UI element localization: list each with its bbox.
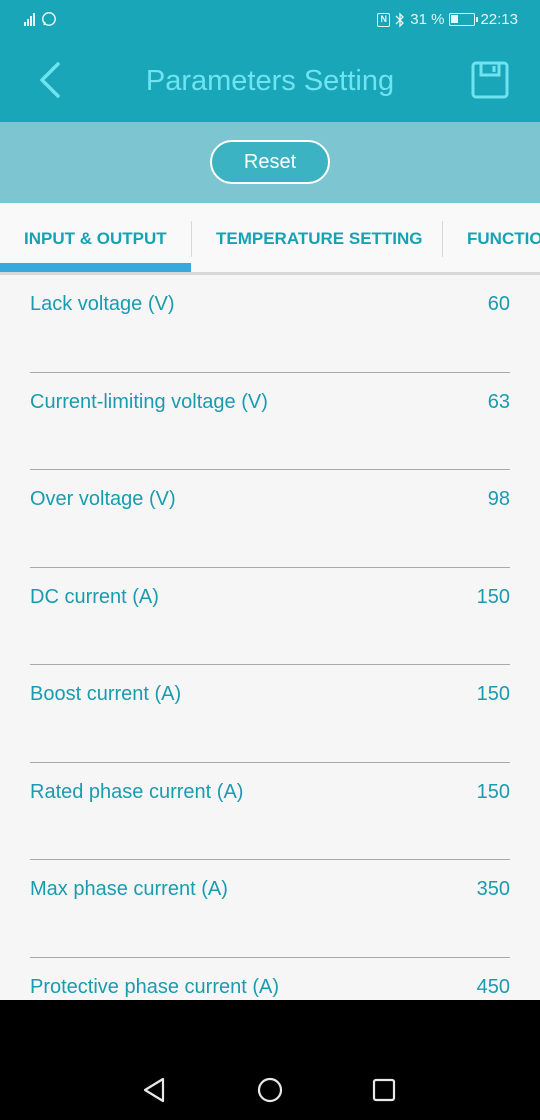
nfc-icon: N [377, 12, 391, 27]
app-header: Parameters Setting [0, 40, 540, 122]
reset-button[interactable]: Reset [210, 140, 330, 184]
nav-back-button[interactable] [136, 1072, 172, 1108]
param-label: Lack voltage (V) [30, 293, 175, 315]
param-row-max-phase-current[interactable]: Max phase current (A) 350 [30, 860, 510, 958]
nav-recents-button[interactable] [366, 1072, 402, 1108]
nav-recents-square-icon [372, 1078, 396, 1102]
param-row-rated-phase-current[interactable]: Rated phase current (A) 150 [30, 763, 510, 860]
param-value: 150 [476, 585, 510, 608]
param-label: Boost current (A) [30, 683, 182, 705]
param-value: 350 [476, 878, 510, 900]
param-label: Rated phase current (A) [30, 780, 244, 803]
param-row-dc-current[interactable]: DC current (A) 150 [30, 568, 510, 665]
param-value: 150 [476, 683, 510, 705]
param-label: Current-limiting voltage (V) [30, 390, 268, 413]
param-row-boost-current[interactable]: Boost current (A) 150 [30, 665, 510, 763]
whatsapp-icon [42, 12, 56, 26]
status-right: N 31 % 22:13 [377, 11, 518, 28]
param-row-lack-voltage[interactable]: Lack voltage (V) 60 [30, 275, 510, 373]
battery-percent: 31 % [410, 11, 445, 28]
status-bar: N 31 % 22:13 [0, 0, 540, 40]
param-value: 450 [476, 975, 510, 998]
system-nav-bar [0, 1000, 540, 1120]
param-label: Over voltage (V) [30, 488, 176, 510]
reset-band: Reset [0, 122, 540, 203]
bluetooth-icon [395, 11, 405, 28]
tab-function[interactable]: FUNCTIO [467, 203, 540, 272]
param-row-current-limiting-voltage[interactable]: Current-limiting voltage (V) 63 [30, 373, 510, 470]
nav-back-triangle-icon [143, 1077, 165, 1103]
battery-fill [451, 15, 459, 23]
tab-divider [442, 221, 443, 257]
selected-tab-indicator [0, 263, 191, 272]
clock: 22:13 [480, 11, 518, 28]
battery-icon [449, 13, 479, 26]
save-floppy-icon [471, 61, 509, 99]
param-label: Protective phase current (A) [30, 975, 279, 998]
param-label: DC current (A) [30, 585, 159, 608]
param-label: Max phase current (A) [30, 878, 228, 900]
nav-home-button[interactable] [252, 1072, 288, 1108]
parameter-list: Lack voltage (V) 60 Current-limiting vol… [0, 275, 540, 1000]
save-button[interactable] [470, 60, 510, 100]
param-value: 98 [487, 488, 510, 510]
page-title: Parameters Setting [145, 65, 395, 97]
param-value: 63 [487, 390, 510, 413]
param-value: 150 [476, 780, 510, 803]
tab-temperature-setting[interactable]: TEMPERATURE SETTING [216, 203, 423, 272]
status-left [24, 11, 57, 27]
signal-icon [24, 12, 35, 26]
param-value: 60 [487, 293, 510, 315]
tab-divider [191, 221, 192, 257]
nav-home-circle-icon [257, 1077, 283, 1103]
param-row-over-voltage[interactable]: Over voltage (V) 98 [30, 470, 510, 568]
param-row-protective-phase-current[interactable]: Protective phase current (A) 450 [30, 958, 510, 1001]
